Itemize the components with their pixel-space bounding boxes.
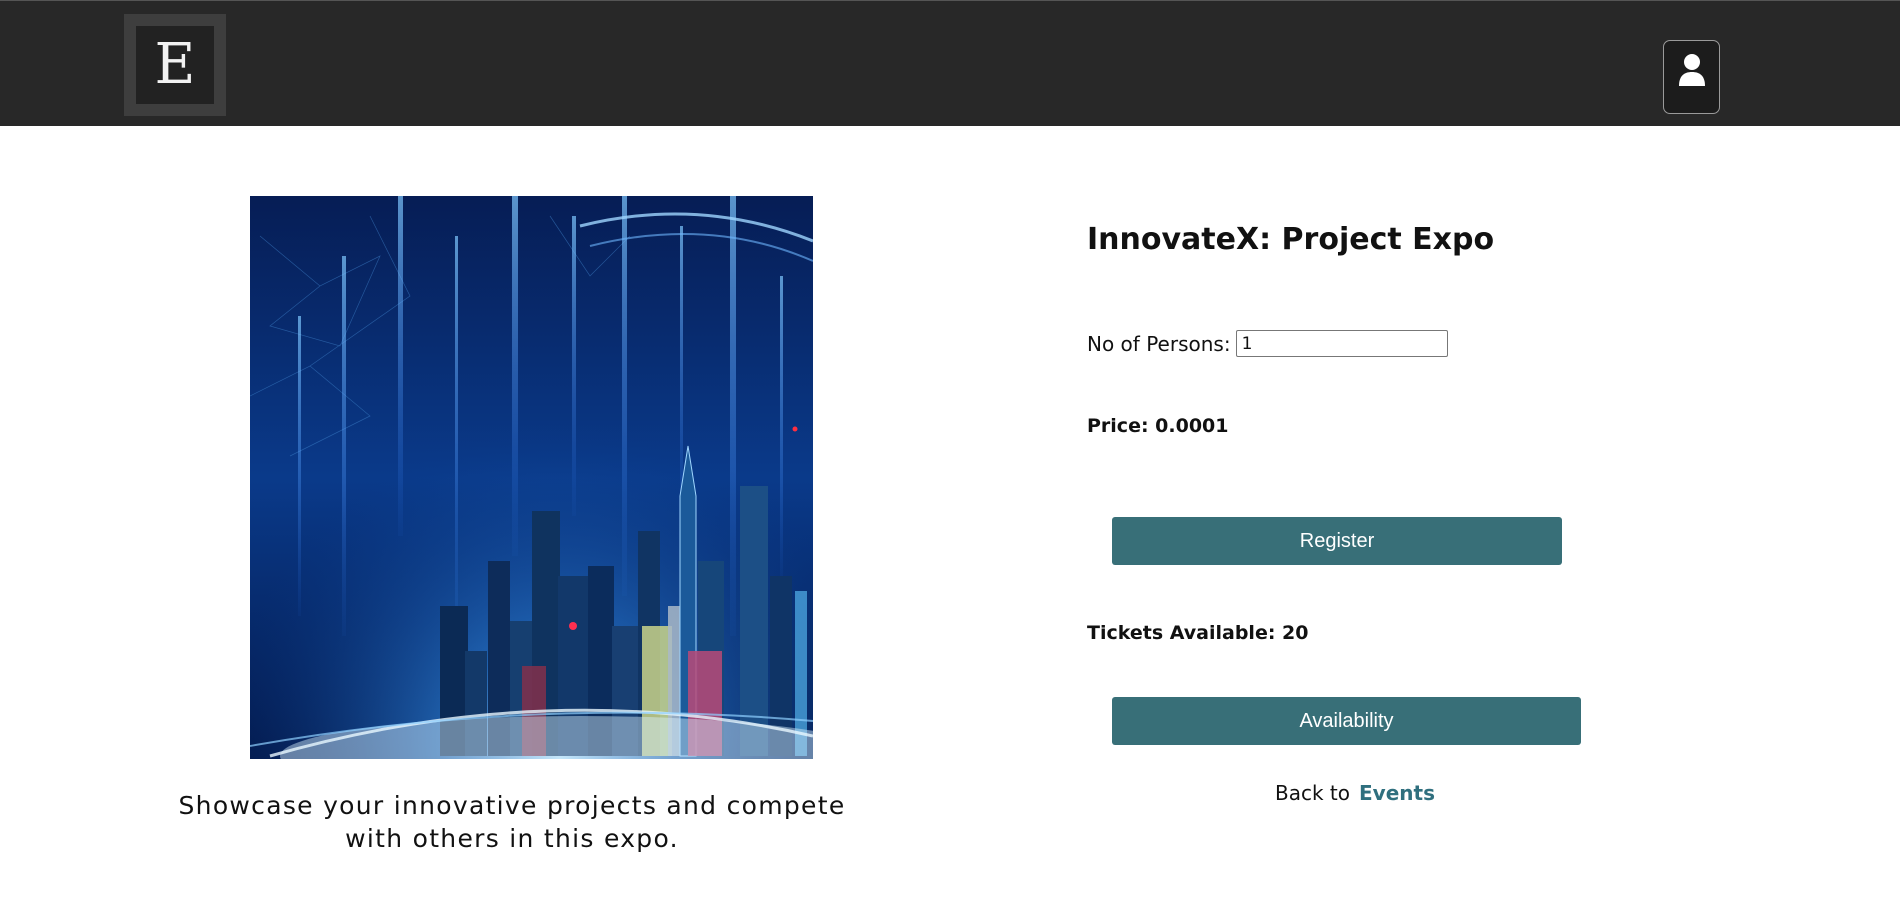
events-link[interactable]: Events [1359,781,1435,805]
persons-label: No of Persons: [1087,331,1231,356]
profile-button[interactable] [1663,40,1720,114]
register-button[interactable]: Register [1112,517,1562,565]
persons-row: No of Persons: [1087,330,1448,357]
price-text: Price: 0.0001 [1087,415,1229,437]
back-row: Back to Events [1275,781,1435,805]
event-description: Showcase your innovative projects and co… [178,791,846,853]
persons-input[interactable] [1235,330,1448,357]
navbar: E [0,0,1900,126]
availability-button[interactable]: Availability [1112,697,1581,745]
user-icon [1679,54,1705,86]
back-text: Back to [1275,781,1350,805]
logo-letter: E [136,26,214,104]
event-image [250,196,813,759]
event-title: InnovateX: Project Expo [1087,222,1495,257]
tickets-available: Tickets Available: 20 [1087,622,1309,644]
site-logo[interactable]: E [124,14,226,116]
